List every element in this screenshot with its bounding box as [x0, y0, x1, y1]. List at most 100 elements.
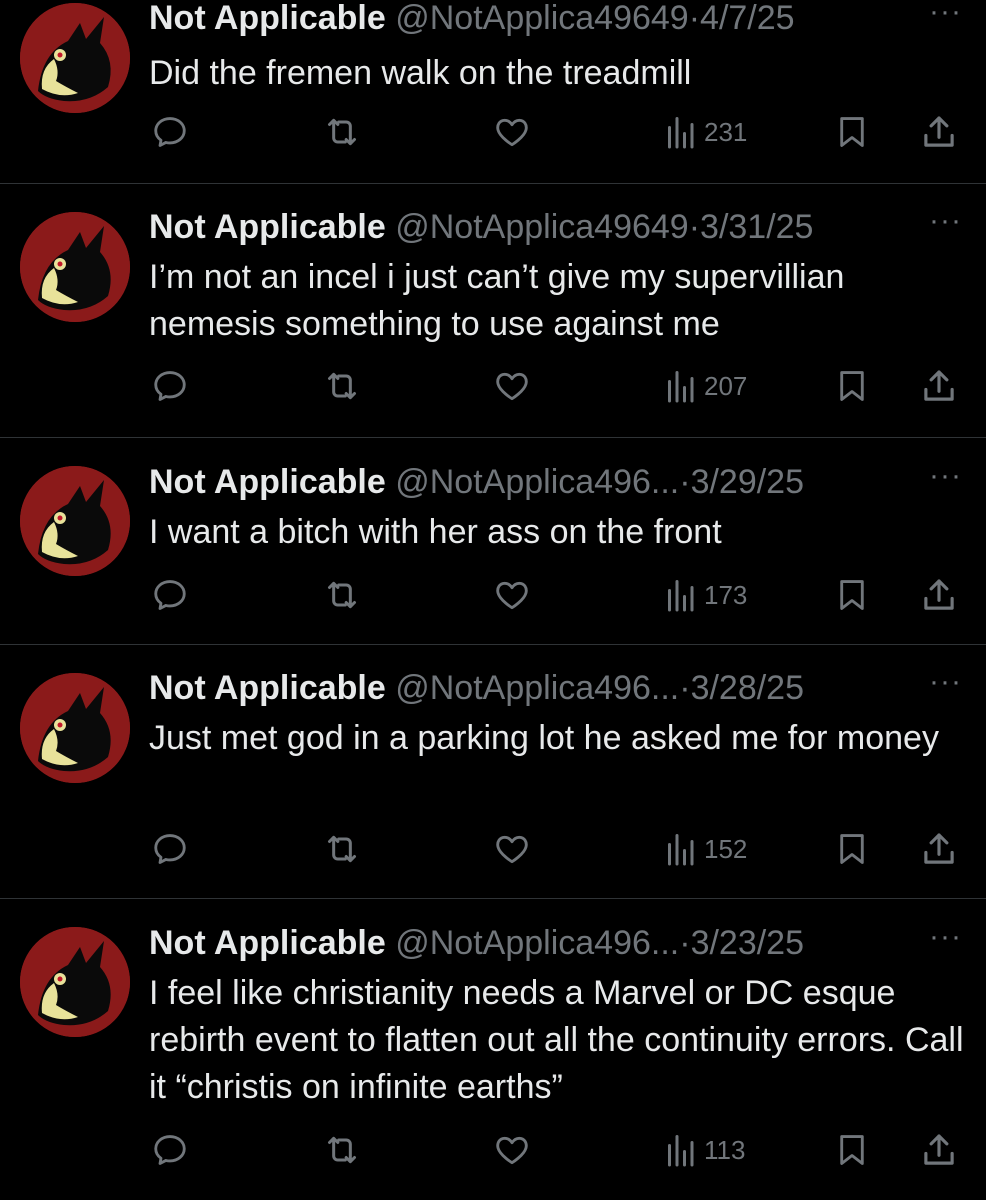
user-handle[interactable]: @NotApplica49649 [395, 208, 688, 246]
more-icon[interactable]: ··· [929, 0, 962, 34]
views-chart-icon [668, 834, 694, 866]
tweet[interactable]: Not Applicable @NotApplica49649·4/7/25 ·… [0, 0, 986, 183]
tweet-text: I want a bitch with her ass on the front [149, 513, 722, 551]
views-button[interactable]: 207 [664, 362, 747, 410]
avatar[interactable] [20, 212, 130, 322]
retweet-icon [328, 372, 356, 400]
separator-dot: · [688, 0, 701, 37]
bookmark-button[interactable] [833, 108, 871, 156]
tweet-date[interactable]: 3/31/25 [700, 208, 813, 246]
action-bar: 173 [0, 571, 986, 619]
display-name[interactable]: Not Applicable [149, 669, 386, 707]
share-icon [924, 579, 954, 610]
share-icon [924, 833, 954, 864]
more-icon[interactable]: ··· [929, 915, 962, 959]
bookmark-button[interactable] [833, 825, 871, 873]
tweet-header: Not Applicable @NotApplica49649·3/31/25 … [149, 204, 966, 249]
separator-dot: · [679, 924, 691, 962]
tweet[interactable]: Not Applicable @NotApplica496...·3/23/25… [0, 899, 986, 1200]
user-handle[interactable]: @NotApplica49649 [395, 0, 688, 37]
tweet-header: Not Applicable @NotApplica49649·4/7/25 ·… [149, 0, 966, 40]
retweet-button[interactable] [322, 571, 362, 619]
display-name[interactable]: Not Applicable [149, 208, 386, 246]
tweet-text: Just met god in a parking lot he asked m… [149, 719, 939, 757]
reply-icon [154, 1135, 186, 1165]
display-name[interactable]: Not Applicable [149, 924, 386, 962]
reply-button[interactable] [151, 108, 189, 156]
views-button[interactable]: 231 [664, 108, 747, 156]
retweet-button[interactable] [322, 362, 362, 410]
bookmark-button[interactable] [833, 1126, 871, 1174]
retweet-button[interactable] [322, 825, 362, 873]
reply-button[interactable] [151, 825, 189, 873]
avatar-image [20, 673, 130, 783]
share-button[interactable] [918, 825, 960, 873]
bookmark-button[interactable] [833, 571, 871, 619]
heart-icon [496, 118, 528, 147]
tweet[interactable]: Not Applicable @NotApplica496...·3/29/25… [0, 438, 986, 644]
separator-dot: · [679, 463, 691, 501]
tweet[interactable]: Not Applicable @NotApplica496...·3/28/25… [0, 645, 986, 898]
views-chart-icon [668, 371, 694, 403]
bookmark-icon [840, 371, 864, 401]
avatar-image [20, 466, 130, 576]
tweet-date[interactable]: 3/23/25 [691, 924, 804, 962]
views-button[interactable]: 173 [664, 571, 747, 619]
views-count: 113 [704, 1135, 746, 1165]
reply-button[interactable] [151, 1126, 189, 1174]
reply-button[interactable] [151, 571, 189, 619]
tweet-date[interactable]: 3/28/25 [691, 669, 804, 707]
more-icon[interactable]: ··· [929, 660, 962, 704]
like-button[interactable] [493, 108, 531, 156]
avatar-image [20, 212, 130, 322]
share-button[interactable] [918, 1126, 960, 1174]
views-button[interactable]: 152 [664, 825, 747, 873]
heart-icon [496, 372, 528, 401]
tweet-header: Not Applicable @NotApplica496...·3/28/25… [149, 665, 966, 710]
like-button[interactable] [493, 571, 531, 619]
display-name[interactable]: Not Applicable [149, 463, 386, 501]
avatar-image [20, 3, 130, 113]
tweet-date[interactable]: 4/7/25 [700, 0, 795, 37]
action-bar: 113 [0, 1126, 986, 1174]
bookmark-button[interactable] [833, 362, 871, 410]
user-handle[interactable]: @NotApplica496... [395, 924, 679, 962]
action-bar: 231 [0, 108, 986, 156]
avatar[interactable] [20, 3, 130, 113]
views-count: 207 [704, 371, 748, 401]
reply-icon [154, 117, 186, 147]
retweet-button[interactable] [322, 1126, 362, 1174]
tweet-text: Did the fremen walk on the treadmill [149, 54, 692, 92]
tweet-date[interactable]: 3/29/25 [691, 463, 804, 501]
retweet-icon [328, 118, 356, 146]
like-button[interactable] [493, 362, 531, 410]
share-button[interactable] [918, 108, 960, 156]
tweet-header: Not Applicable @NotApplica496...·3/23/25… [149, 920, 966, 965]
heart-icon [496, 835, 528, 864]
separator-dot: · [688, 208, 701, 246]
more-icon[interactable]: ··· [929, 199, 962, 243]
views-button[interactable]: 113 [664, 1126, 745, 1174]
avatar[interactable] [20, 466, 130, 576]
display-name[interactable]: Not Applicable [149, 0, 386, 37]
reply-icon [154, 580, 186, 610]
user-handle[interactable]: @NotApplica496... [395, 669, 679, 707]
share-button[interactable] [918, 362, 960, 410]
share-button[interactable] [918, 571, 960, 619]
avatar-image [20, 927, 130, 1037]
avatar[interactable] [20, 927, 130, 1037]
tweet[interactable]: Not Applicable @NotApplica49649·3/31/25 … [0, 184, 986, 437]
reply-icon [154, 834, 186, 864]
reply-button[interactable] [151, 362, 189, 410]
retweet-icon [328, 1136, 356, 1164]
tweet-header: Not Applicable @NotApplica496...·3/29/25… [149, 459, 966, 504]
views-count: 152 [704, 834, 748, 864]
more-icon[interactable]: ··· [929, 454, 962, 498]
views-chart-icon [668, 580, 694, 612]
user-handle[interactable]: @NotApplica496... [395, 463, 679, 501]
retweet-button[interactable] [322, 108, 362, 156]
like-button[interactable] [493, 825, 531, 873]
like-button[interactable] [493, 1126, 531, 1174]
retweet-icon [328, 835, 356, 863]
avatar[interactable] [20, 673, 130, 783]
